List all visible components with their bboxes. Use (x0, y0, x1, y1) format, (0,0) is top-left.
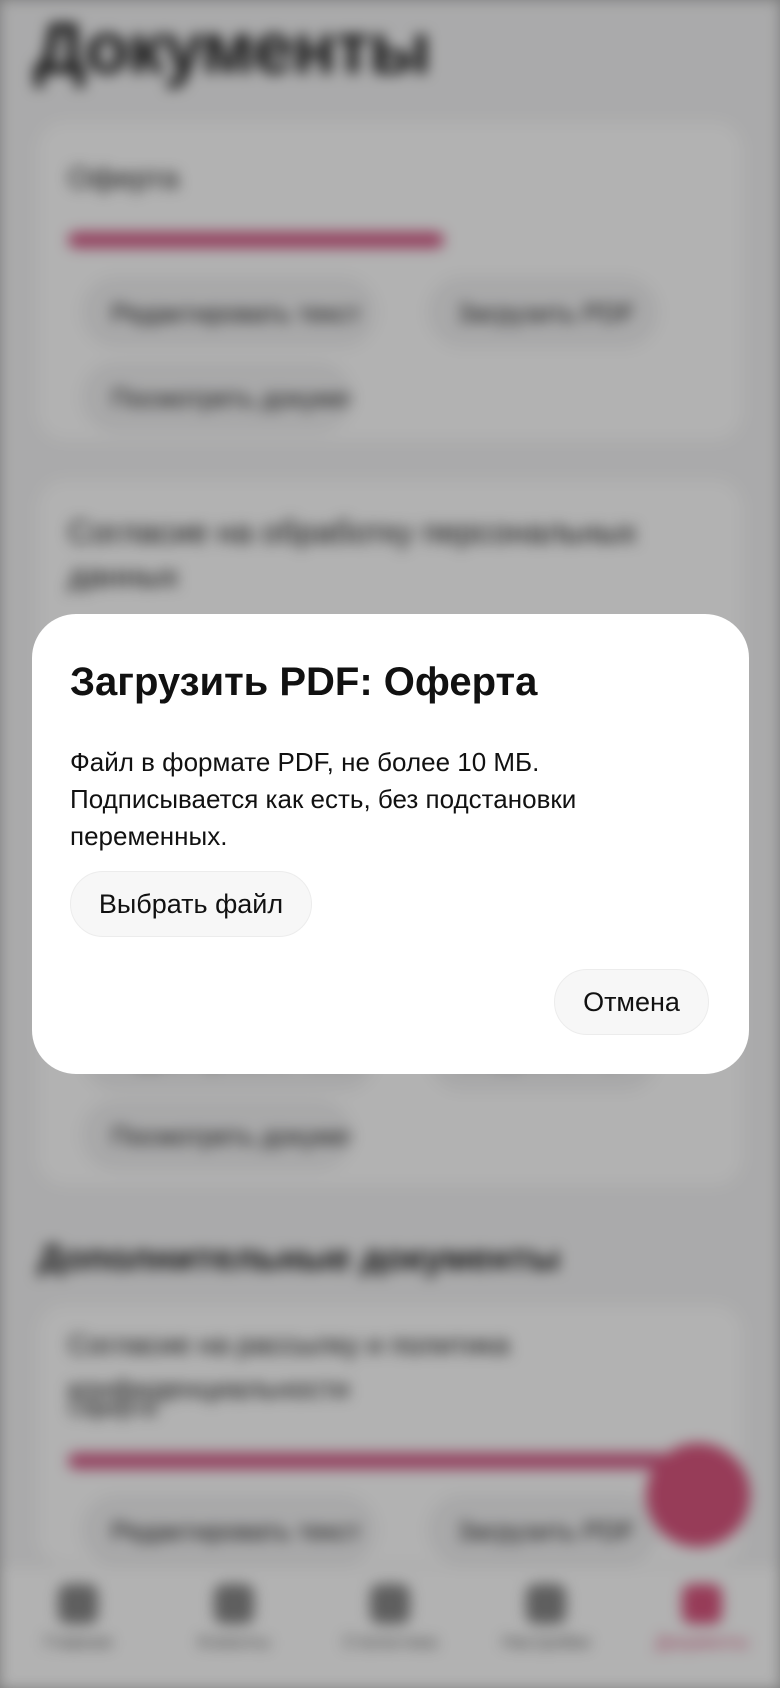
upload-pdf-dialog: Загрузить PDF: Оферта Файл в формате PDF… (32, 614, 749, 1074)
dialog-description-line: переменных. (70, 821, 228, 851)
dialog-title: Загрузить PDF: Оферта (70, 660, 538, 704)
dialog-description-line: Файл в формате PDF, не более 10 МБ. (70, 747, 540, 777)
choose-file-button[interactable]: Выбрать файл (70, 871, 312, 937)
dialog-description-line: Подписывается как есть, без подстановки (70, 784, 577, 814)
dialog-description: Файл в формате PDF, не более 10 МБ. Подп… (70, 744, 710, 855)
cancel-button[interactable]: Отмена (554, 969, 709, 1035)
